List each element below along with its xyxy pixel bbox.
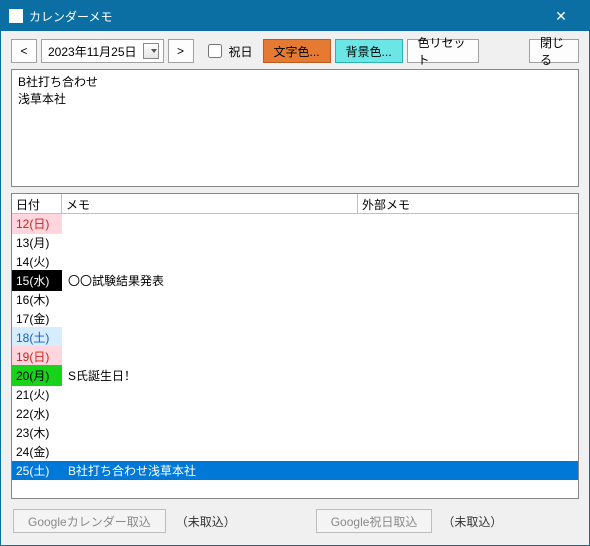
header-ext[interactable]: 外部メモ	[358, 194, 578, 213]
grid-body[interactable]: 12(日)13(月)14(火)15(水)〇〇試験結果発表16(木)17(金)18…	[12, 214, 578, 498]
table-row[interactable]: 17(金)	[12, 309, 578, 328]
cell-date: 21(火)	[12, 384, 62, 405]
table-row[interactable]: 14(火)	[12, 252, 578, 271]
toolbar: < 2023年11月25日 > 祝日 文字色... 背景色... 色リセット 閉…	[1, 31, 589, 69]
cell-date: 25(土)	[12, 460, 62, 481]
cell-memo	[62, 222, 372, 226]
cell-date: 12(日)	[12, 214, 62, 234]
cell-date: 20(月)	[12, 365, 62, 386]
cell-memo	[62, 260, 372, 264]
cell-memo	[62, 412, 372, 416]
cell-memo: S氏誕生日！	[62, 365, 372, 386]
table-row[interactable]: 13(月)	[12, 233, 578, 252]
cell-ext	[372, 450, 578, 454]
calendar-dropdown-icon[interactable]	[143, 43, 159, 59]
reset-color-button[interactable]: 色リセット	[407, 39, 479, 63]
window-title: カレンダーメモ	[29, 8, 113, 25]
memo-textarea[interactable]: B社打ち合わせ 浅草本社	[11, 69, 579, 187]
cell-ext	[372, 279, 578, 283]
google-calendar-import-button[interactable]: Googleカレンダー取込	[13, 509, 166, 533]
cell-date: 19(日)	[12, 346, 62, 367]
table-row[interactable]: 24(金)	[12, 442, 578, 461]
cell-memo	[62, 355, 372, 359]
cell-date: 23(木)	[12, 422, 62, 443]
cell-date: 18(土)	[12, 327, 62, 348]
table-row[interactable]: 20(月)S氏誕生日！	[12, 366, 578, 385]
google-holiday-status: （未取込）	[442, 513, 502, 530]
calendar-grid: 日付 メモ 外部メモ 12(日)13(月)14(火)15(水)〇〇試験結果発表1…	[11, 193, 579, 499]
cell-memo	[62, 241, 372, 245]
app-window: カレンダーメモ ✕ < 2023年11月25日 > 祝日 文字色... 背景色.…	[0, 0, 590, 546]
cell-date: 16(木)	[12, 289, 62, 310]
table-row[interactable]: 15(水)〇〇試験結果発表	[12, 271, 578, 290]
table-row[interactable]: 18(土)	[12, 328, 578, 347]
cell-ext	[372, 298, 578, 302]
cell-date: 13(月)	[12, 232, 62, 253]
cell-ext	[372, 412, 578, 416]
date-value: 2023年11月25日	[48, 43, 137, 60]
cell-ext	[372, 469, 578, 473]
cell-memo	[62, 393, 372, 397]
table-row[interactable]: 23(木)	[12, 423, 578, 442]
date-picker[interactable]: 2023年11月25日	[41, 39, 164, 63]
cell-memo: 〇〇試験結果発表	[62, 270, 372, 291]
cell-memo	[62, 450, 372, 454]
cell-date: 24(金)	[12, 441, 62, 462]
table-row[interactable]: 22(水)	[12, 404, 578, 423]
cell-memo	[62, 431, 372, 435]
holiday-checkbox[interactable]	[208, 44, 222, 58]
table-row[interactable]: 12(日)	[12, 214, 578, 233]
cell-ext	[372, 241, 578, 245]
google-holiday-import-button[interactable]: Google祝日取込	[316, 509, 433, 533]
cell-date: 15(水)	[12, 270, 62, 291]
cell-ext	[372, 317, 578, 321]
footer: Googleカレンダー取込 （未取込） Google祝日取込 （未取込）	[1, 499, 589, 545]
app-icon	[9, 9, 23, 23]
table-row[interactable]: 16(木)	[12, 290, 578, 309]
close-icon: ✕	[555, 8, 567, 25]
table-row[interactable]: 21(火)	[12, 385, 578, 404]
google-calendar-status: （未取込）	[176, 513, 236, 530]
cell-memo: B社打ち合わせ浅草本社	[62, 460, 372, 481]
cell-date: 14(火)	[12, 251, 62, 272]
holiday-checkbox-wrap[interactable]: 祝日	[204, 41, 253, 61]
close-button[interactable]: 閉じる	[529, 39, 579, 63]
table-row[interactable]: 25(土)B社打ち合わせ浅草本社	[12, 461, 578, 480]
cell-ext	[372, 260, 578, 264]
cell-ext	[372, 222, 578, 226]
titlebar: カレンダーメモ ✕	[1, 1, 589, 31]
cell-memo	[62, 336, 372, 340]
header-date[interactable]: 日付	[12, 194, 62, 213]
cell-ext	[372, 355, 578, 359]
next-day-button[interactable]: >	[168, 39, 194, 63]
bg-color-button[interactable]: 背景色...	[335, 39, 403, 63]
table-row[interactable]: 19(日)	[12, 347, 578, 366]
cell-date: 17(金)	[12, 308, 62, 329]
holiday-label: 祝日	[229, 43, 253, 60]
prev-day-button[interactable]: <	[11, 39, 37, 63]
cell-date: 22(水)	[12, 403, 62, 424]
grid-header: 日付 メモ 外部メモ	[12, 194, 578, 214]
cell-ext	[372, 431, 578, 435]
cell-ext	[372, 374, 578, 378]
cell-memo	[62, 298, 372, 302]
cell-ext	[372, 393, 578, 397]
window-close-button[interactable]: ✕	[541, 1, 581, 31]
cell-memo	[62, 317, 372, 321]
header-memo[interactable]: メモ	[62, 194, 358, 213]
cell-ext	[372, 336, 578, 340]
text-color-button[interactable]: 文字色...	[263, 39, 331, 63]
